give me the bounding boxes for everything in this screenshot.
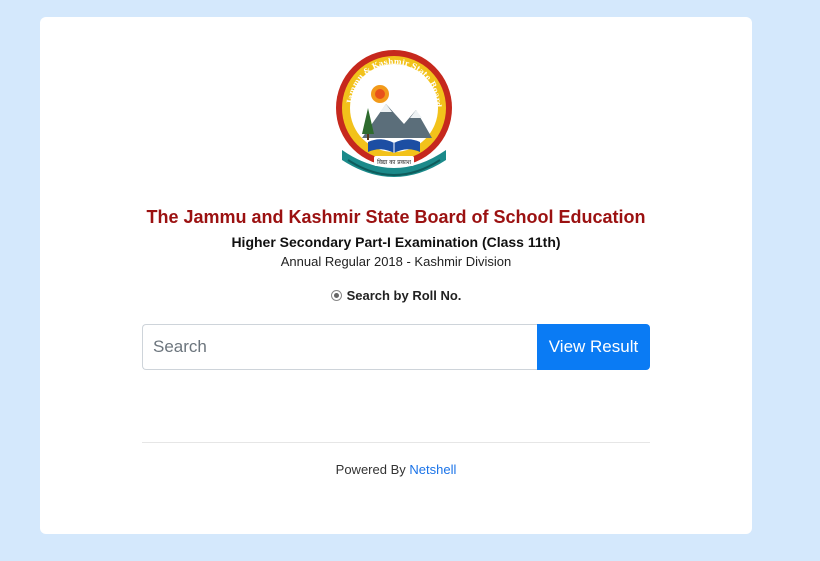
roll-no-radio[interactable] [330, 290, 342, 301]
netshell-link[interactable]: Netshell [409, 462, 456, 477]
logo-motto: विद्या का प्रकाश [377, 158, 412, 166]
view-result-button[interactable]: View Result [537, 324, 650, 370]
exam-name: Higher Secondary Part-I Examination (Cla… [231, 234, 561, 250]
page-title: The Jammu and Kashmir State Board of Sch… [146, 207, 646, 227]
roll-no-radio-label[interactable]: Search by Roll No. [347, 288, 462, 303]
divider [142, 442, 650, 443]
search-mode: Search by Roll No. [40, 288, 752, 303]
board-logo: Jammu & Kashmir State Board Of School Ed… [334, 46, 452, 177]
result-card: Jammu & Kashmir State Board Of School Ed… [40, 17, 752, 534]
powered-by-text: Powered By [335, 462, 406, 477]
search-input[interactable] [142, 324, 538, 370]
footer: Powered By Netshell [40, 462, 752, 477]
exam-session: Annual Regular 2018 - Kashmir Division [280, 254, 512, 269]
